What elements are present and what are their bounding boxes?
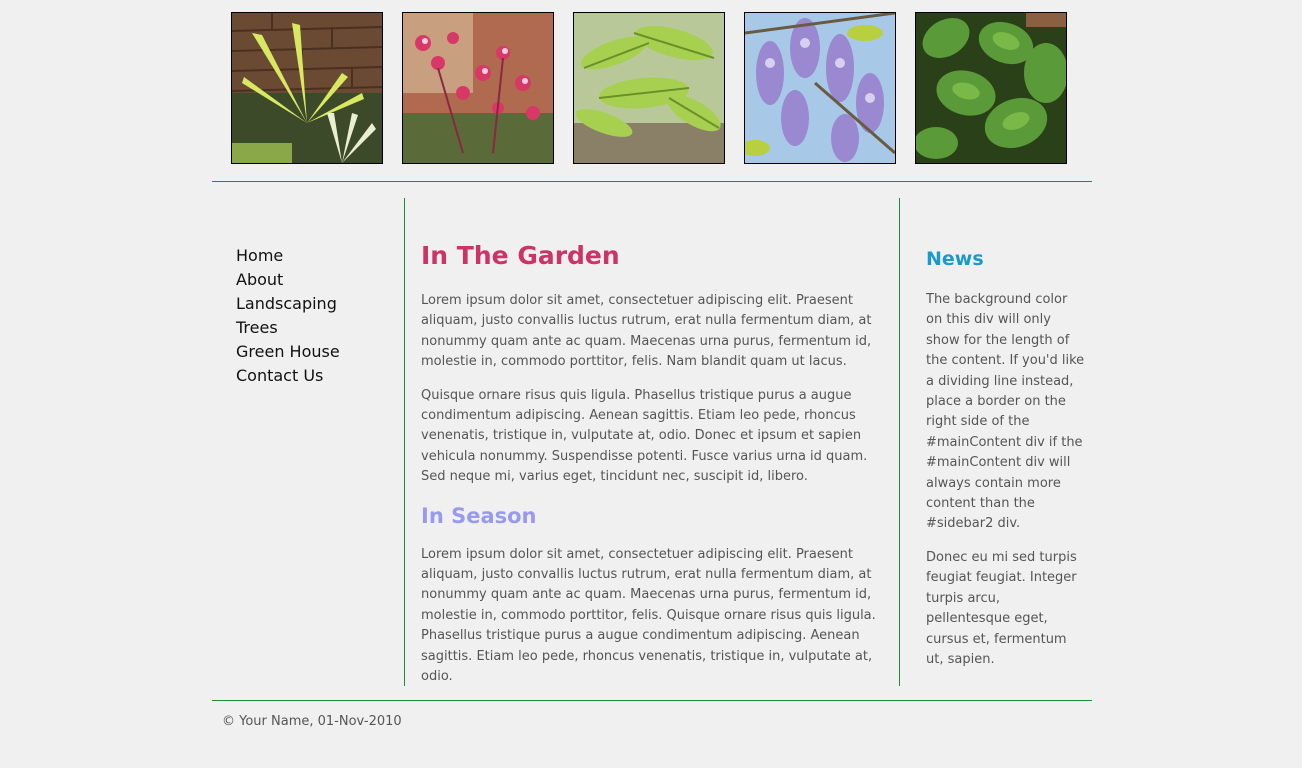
plant-thumbnail-2[interactable] (402, 12, 554, 164)
footer: © Your Name, 01-Nov-2010 (222, 712, 402, 732)
nav-list: Home About Landscaping Trees Green House… (236, 244, 404, 388)
page-container: Home About Landscaping Trees Green House… (212, 0, 1092, 768)
main-paragraph-3: Lorem ipsum dolor sit amet, consectetuer… (421, 546, 876, 685)
nav-item-green-house[interactable]: Green House (236, 340, 404, 364)
main-paragraph-2: Quisque ornare risus quis ligula. Phasel… (421, 387, 868, 485)
nav-item-contact-us[interactable]: Contact Us (236, 364, 404, 388)
left-column-divider (404, 198, 405, 686)
footer-divider (212, 700, 1092, 701)
section-subtitle: In Season (421, 503, 537, 528)
main-content: In The Garden Lorem ipsum dolor sit amet… (421, 238, 877, 701)
main-title: In The Garden (421, 241, 620, 270)
nav-item-home[interactable]: Home (236, 244, 404, 268)
plant-thumbnail-4[interactable] (744, 12, 896, 164)
main-paragraph-1: Lorem ipsum dolor sit amet, consectetuer… (421, 293, 872, 370)
nav-item-landscaping[interactable]: Landscaping (236, 292, 404, 316)
news-paragraph-1: The background color on this div will on… (926, 292, 1085, 532)
nav-item-trees[interactable]: Trees (236, 316, 404, 340)
header-gallery (212, 12, 1092, 164)
news-title: News (926, 248, 984, 270)
news-sidebar: News The background color on this div wi… (926, 245, 1086, 683)
sidebar-navigation: Home About Landscaping Trees Green House… (236, 244, 404, 388)
news-paragraph-2: Donec eu mi sed turpis feugiat feugiat. … (926, 549, 1077, 667)
plant-thumbnail-5[interactable] (915, 12, 1067, 164)
right-column-divider (899, 198, 900, 686)
header-divider (212, 181, 1092, 182)
plant-thumbnail-3[interactable] (573, 12, 725, 164)
footer-copyright: © Your Name, 01-Nov-2010 (222, 714, 402, 729)
nav-item-about[interactable]: About (236, 268, 404, 292)
plant-thumbnail-1[interactable] (231, 12, 383, 164)
